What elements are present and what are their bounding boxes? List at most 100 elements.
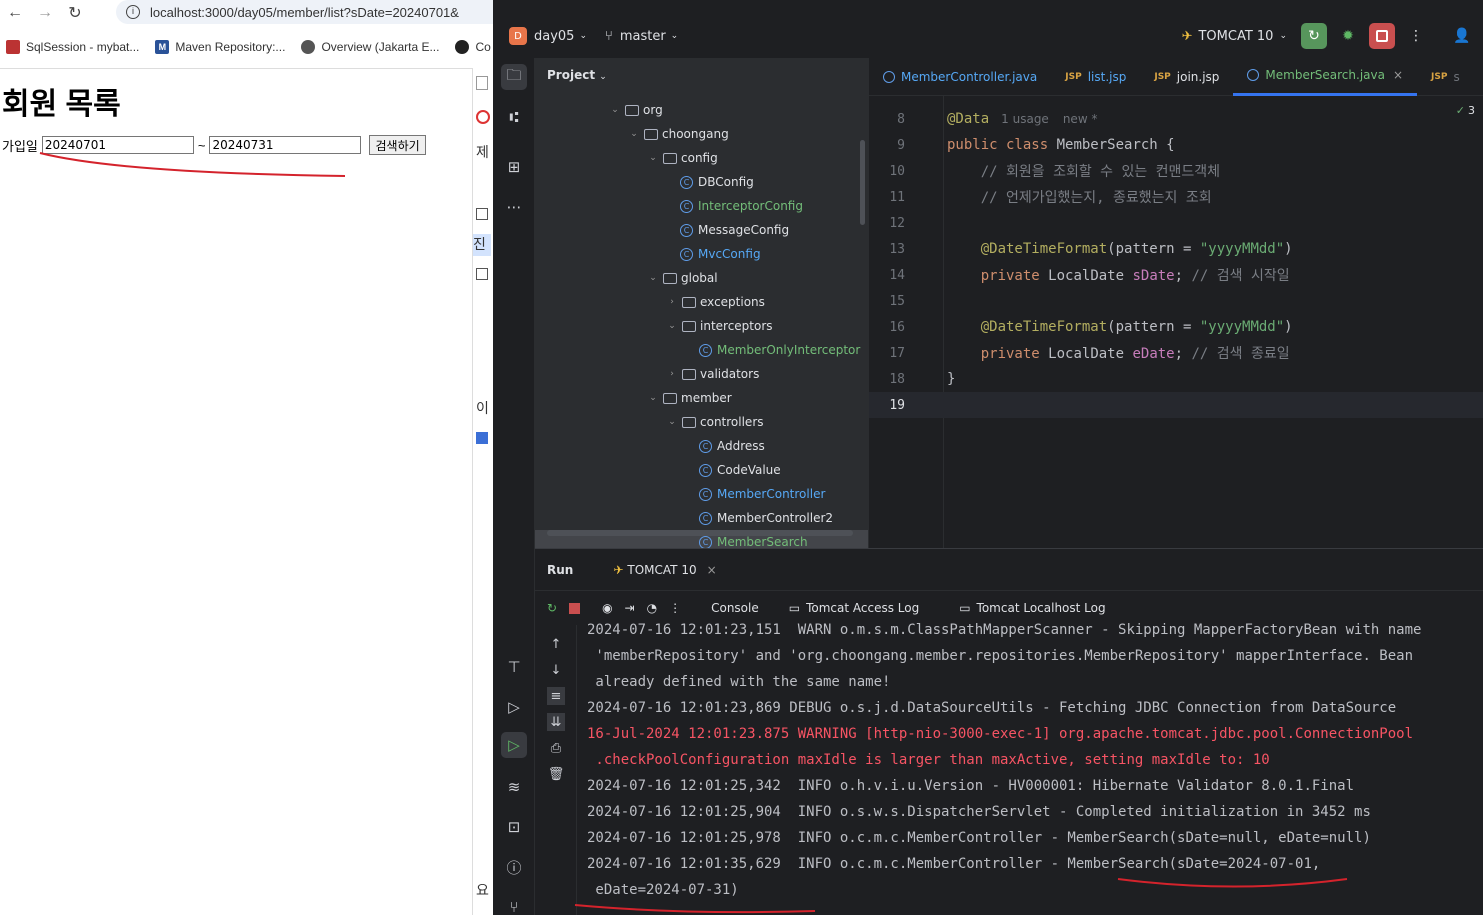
terminal-icon[interactable]: ⊡ <box>501 814 527 840</box>
code-text: public class MemberSearch { <box>947 137 1175 153</box>
commit-icon[interactable]: ⑆ <box>501 104 527 130</box>
chevron-down-icon[interactable]: ⌄ <box>626 129 642 139</box>
run-panel: Run ✈ TOMCAT 10 × ↻ ◉ ⇥ ◔ ⋮ Console ▭ Tomca… <box>535 548 1483 915</box>
tree-item-label: MemberOnlyInterceptor <box>717 343 861 357</box>
chevron-down-icon[interactable]: ⌄ <box>645 393 661 403</box>
tree-item-label: member <box>681 391 732 405</box>
code-line: 18} <box>869 366 1483 392</box>
chevron-right-icon[interactable]: › <box>664 369 680 379</box>
run-config-selector[interactable]: ✈ TOMCAT 10 ⌄ <box>1182 29 1287 44</box>
chevron-down-icon: ⌄ <box>599 72 607 82</box>
layers-icon[interactable]: ≋ <box>501 774 527 800</box>
problems-icon[interactable]: ⓘ <box>501 854 527 880</box>
structure-icon[interactable]: ⊞ <box>501 154 527 180</box>
bookmark-item[interactable]: Co <box>455 40 491 54</box>
editor-tab[interactable]: JSP s <box>1417 58 1474 96</box>
code-line: 10 // 회원을 조회할 수 있는 컨맨드객체 <box>869 158 1483 184</box>
package-icon <box>644 128 658 140</box>
tree-item-label: CodeValue <box>717 463 781 477</box>
tree-item-messageconfig[interactable]: C MessageConfig <box>535 218 868 242</box>
folder-icon[interactable]: 🗀 <box>501 64 527 90</box>
tree-scrollbar[interactable] <box>860 140 865 225</box>
tree-item-choongang[interactable]: ⌄ choongang <box>535 122 868 146</box>
strip-text-2: 진 <box>473 234 491 256</box>
tree-item-exceptions[interactable]: › exceptions <box>535 290 868 314</box>
tree-item-membercontroller[interactable]: C MemberController <box>535 482 868 506</box>
bookmark-label: Overview (Jakarta E... <box>321 40 440 54</box>
back-icon[interactable]: ← <box>0 1 30 25</box>
package-icon <box>682 416 696 428</box>
class-icon: C <box>699 463 712 477</box>
more-icon[interactable]: ⋮ <box>1403 23 1429 49</box>
chevron-down-icon[interactable]: ⌄ <box>645 273 661 283</box>
tree-item-mvcconfig[interactable]: C MvcConfig <box>535 242 868 266</box>
tree-item-org[interactable]: ⌄ org <box>535 98 868 122</box>
tree-item-validators[interactable]: › validators <box>535 362 868 386</box>
branch-selector[interactable]: ⑂ master ⌄ <box>605 29 678 44</box>
add-user-icon[interactable]: 👤 <box>1449 23 1475 49</box>
project-panel-header[interactable]: Project ⌄ <box>547 68 607 82</box>
editor-tab[interactable]: MemberController.java <box>869 58 1051 96</box>
tree-item-dbconfig[interactable]: C DBConfig <box>535 170 868 194</box>
checkbox-2[interactable] <box>476 268 488 280</box>
bookmark-label: Maven Repository:... <box>175 40 286 54</box>
new-text: new * <box>1062 112 1098 126</box>
bookmark-item[interactable]: M Maven Repository:... <box>155 40 285 54</box>
editor-tab[interactable]: MemberSearch.java × <box>1233 58 1418 96</box>
url-input[interactable]: i localhost:3000/day05/member/list?sDate… <box>116 0 493 24</box>
more-tools-icon[interactable]: ⋯ <box>501 194 527 220</box>
tree-item-label: config <box>681 151 718 165</box>
close-icon[interactable]: × <box>1393 68 1403 82</box>
stop-icon[interactable] <box>1369 23 1395 49</box>
project-selector[interactable]: day05 ⌄ <box>534 29 587 44</box>
ide-toolbar: D day05 ⌄ ⑂ master ⌄ ✈ TOMCAT 10 ⌄ ↻ ✹ ⋮ 👤 <box>493 14 1483 58</box>
list-icon[interactable] <box>476 432 488 444</box>
annotation-underline <box>39 152 346 177</box>
chevron-down-icon[interactable]: ⌄ <box>607 105 623 115</box>
code-line: 12 <box>869 210 1483 236</box>
line-number: 12 <box>889 215 905 231</box>
record-icon[interactable] <box>476 110 490 124</box>
chevron-down-icon[interactable]: ⌄ <box>664 321 680 331</box>
run-icon[interactable]: ▷ <box>501 732 527 758</box>
browser-window: ← → ↻ i localhost:3000/day05/member/list… <box>0 0 493 915</box>
code-lines[interactable]: 8 @Data 1 usage new * 9 public class MemberSe… <box>869 106 1483 418</box>
checkbox-1[interactable] <box>476 208 488 220</box>
rerun-icon[interactable]: ↻ <box>1301 23 1327 49</box>
forward-icon[interactable]: → <box>30 1 60 25</box>
tree-item-controllers[interactable]: ⌄ controllers <box>535 410 868 434</box>
chevron-down-icon[interactable]: ⌄ <box>664 417 680 427</box>
class-icon: C <box>699 511 712 525</box>
tree-item-config[interactable]: ⌄ config <box>535 146 868 170</box>
tree-item-address[interactable]: C Address <box>535 434 868 458</box>
jsp-icon: JSP <box>1154 71 1171 82</box>
bookmark-item[interactable]: Overview (Jakarta E... <box>301 40 439 54</box>
chevron-down-icon[interactable]: ⌄ <box>645 153 661 163</box>
services-icon[interactable]: ▷ <box>501 694 527 720</box>
code-line: 15 <box>869 288 1483 314</box>
git-icon[interactable]: ⑂ <box>501 894 527 915</box>
build-icon[interactable]: ⊤ <box>501 654 527 680</box>
editor-tab[interactable]: JSP join.jsp <box>1140 58 1233 96</box>
inspect-icon[interactable] <box>476 76 488 90</box>
tool-window-bar: 🗀 ⑆ ⊞ ⋯ ⊤ ▷ ▷ ≋ ⊡ ⓘ ⑂ <box>493 58 535 915</box>
bookmark-item[interactable]: SqlSession - mybat... <box>6 40 139 54</box>
editor-tab[interactable]: JSP list.jsp <box>1051 58 1140 96</box>
tomcat-icon: ✈ <box>1181 28 1193 44</box>
usage-hint[interactable]: 1 usage new * <box>1001 112 1097 126</box>
tree-item-memberonlyinterceptor[interactable]: C MemberOnlyInterceptor <box>535 338 868 362</box>
tree-item-interceptors[interactable]: ⌄ interceptors <box>535 314 868 338</box>
debug-icon[interactable]: ✹ <box>1335 23 1361 49</box>
tree-item-global[interactable]: ⌄ global <box>535 266 868 290</box>
line-number: 14 <box>889 267 905 283</box>
tree-item-interceptorconfig[interactable]: C InterceptorConfig <box>535 194 868 218</box>
site-info-icon[interactable]: i <box>126 5 140 19</box>
chevron-right-icon[interactable]: › <box>664 297 680 307</box>
class-icon: C <box>699 487 712 501</box>
reload-icon[interactable]: ↻ <box>60 1 90 25</box>
tree-item-codevalue[interactable]: C CodeValue <box>535 458 868 482</box>
tree-hscrollbar[interactable] <box>547 530 853 536</box>
tree-item-member[interactable]: ⌄ member <box>535 386 868 410</box>
tree-item-membercontroller2[interactable]: C MemberController2 <box>535 506 868 530</box>
package-icon <box>625 104 639 116</box>
